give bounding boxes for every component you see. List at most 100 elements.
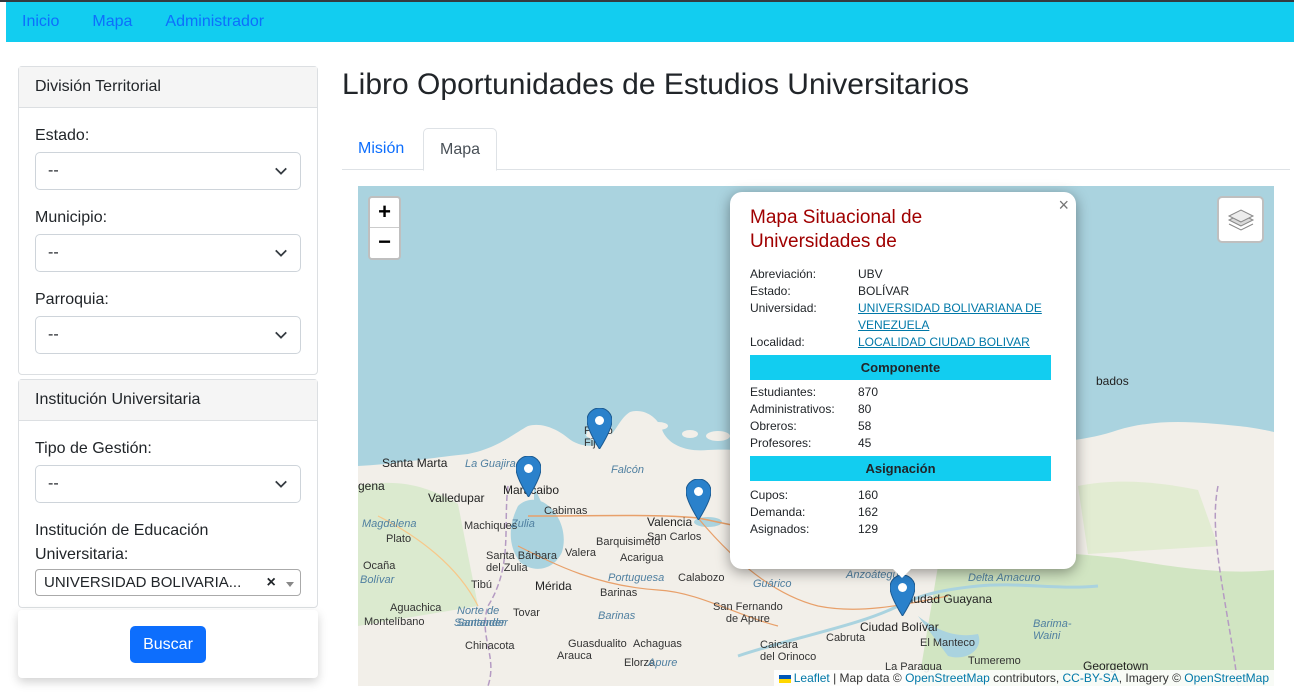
map-label-el-plato: Plato [386, 533, 412, 545]
obreros-value: 58 [858, 419, 872, 433]
parroquia-label: Parroquia: [35, 291, 109, 308]
map-label-guarico: Guárico [753, 578, 792, 590]
map-label-barima-waini: Barima- Waini [1033, 618, 1072, 642]
asignados-value: 129 [858, 522, 879, 536]
estado-value: BOLÍVAR [858, 284, 910, 298]
estado-value: -- [48, 162, 59, 179]
division-territorial-card: División Territorial Estado: -- Municipi… [18, 66, 318, 375]
localidad-link[interactable]: LOCALIDAD CIUDAD BOLIVAR [858, 334, 1030, 351]
map-label-valledupar: Valledupar [428, 491, 485, 505]
clear-icon[interactable]: × [266, 574, 275, 591]
ukraine-flag-icon [778, 674, 791, 683]
map-label-el-manteco: El Manteco [920, 637, 976, 649]
map-label-portuguesa: Portuguesa [608, 572, 665, 584]
chevron-down-icon [275, 480, 287, 488]
close-icon[interactable]: × [1058, 195, 1069, 216]
division-header: División Territorial [19, 67, 317, 108]
nav-mapa[interactable]: Mapa [92, 13, 132, 31]
map-label-caicara: Caicara del Orinoco [760, 639, 817, 663]
leaflet-link[interactable]: Leaflet [794, 671, 830, 685]
layers-button[interactable] [1217, 196, 1264, 243]
cupos-value: 160 [858, 488, 879, 502]
map-label-ciudad-guayana: Ciudad Guayana [902, 592, 993, 606]
caret-down-icon [286, 581, 294, 587]
profesores-label: Profesores: [750, 436, 812, 450]
tab-bar: Misión Mapa [342, 128, 1290, 171]
municipio-label: Municipio: [35, 209, 108, 226]
search-button-area: Buscar [18, 610, 318, 678]
tipo-gestion-select[interactable]: -- [35, 465, 301, 503]
tipo-gestion-label: Tipo de Gestión: [35, 440, 152, 457]
municipio-value: -- [48, 244, 59, 261]
asignacion-header: Asignación [750, 456, 1051, 481]
nav-inicio[interactable]: Inicio [22, 13, 59, 31]
map-popup: × Mapa Situacional de Universidades de A… [730, 192, 1076, 569]
map-label-calabozo: Calabozo [678, 572, 725, 584]
map-marker-icon[interactable] [686, 479, 711, 520]
map-label-santa-barbara: Santa Bárbara del Zulia [486, 550, 557, 574]
map-label-falcon: Falcón [611, 464, 645, 476]
map-label-barquisimeto: Barquisimeto [596, 536, 661, 548]
universidad-link[interactable]: UNIVERSIDAD BOLIVARIANA DE VENEZUELA [858, 300, 1048, 334]
administrativos-label: Administrativos: [750, 402, 835, 416]
osm-link[interactable]: OpenStreetMap [905, 671, 990, 685]
map-label-la-guajira: La Guajira [465, 458, 516, 470]
attribution-text: | Map data © [829, 671, 906, 685]
popup-title: Mapa Situacional de Universidades de [750, 207, 923, 252]
asignados-label: Asignados: [750, 522, 810, 536]
localidad-label: Localidad: [750, 335, 805, 349]
chevron-down-icon [275, 249, 287, 257]
map-label-tovar: Tovar [513, 607, 540, 619]
abreviacion-label: Abreviación: [750, 267, 817, 281]
parroquia-value: -- [48, 326, 59, 343]
map-marker-icon[interactable] [516, 456, 541, 497]
map-label-tibu: Tibú [471, 579, 492, 591]
map-label-tumeremo: Tumeremo [968, 655, 1021, 667]
map-label-guasdualito: Guasdualito [568, 638, 627, 650]
institucion-select[interactable]: UNIVERSIDAD BOLIVARIA... × [35, 569, 301, 596]
institucion-label: Institución de Educación Universitaria: [35, 522, 209, 563]
map-label-montelibano: Montelíbano [364, 616, 425, 628]
estudiantes-value: 870 [858, 385, 879, 399]
tab-mapa[interactable]: Mapa [423, 128, 498, 171]
abreviacion-value: UBV [858, 267, 883, 281]
map-label-cabimas: Cabimas [544, 505, 588, 517]
cupos-label: Cupos: [750, 488, 789, 502]
popup-tip [890, 566, 914, 578]
osm-imagery-link[interactable]: OpenStreetMap [1184, 671, 1269, 685]
zoom-control: + − [368, 196, 401, 260]
top-navbar: Inicio Mapa Administrador [6, 2, 1294, 42]
cc-by-sa-link[interactable]: CC-BY-SA [1063, 671, 1119, 685]
estado-select[interactable]: -- [35, 152, 301, 190]
map-label-chinacota: Chinacota [465, 640, 515, 652]
map-label-barbados: bados [1096, 374, 1129, 388]
demanda-value: 162 [858, 505, 879, 519]
institucion-header: Institución Universitaria [19, 380, 317, 421]
map-label-bolivar-col: Bolívar [360, 574, 395, 586]
parroquia-select[interactable]: -- [35, 316, 301, 354]
chevron-down-icon [275, 331, 287, 339]
map-label-machiques: Machiques [464, 520, 518, 532]
page-title: Libro Oportunidades de Estudios Universi… [342, 68, 969, 101]
map-label-barinas: Barinas [600, 587, 638, 599]
map-marker-icon[interactable] [587, 408, 612, 449]
estado-label: Estado: [35, 127, 90, 144]
tab-mision[interactable]: Misión [342, 128, 420, 170]
municipio-select[interactable]: -- [35, 234, 301, 272]
map-label-barinas-state: Barinas [598, 610, 636, 622]
buscar-button[interactable]: Buscar [130, 625, 206, 663]
demanda-label: Demanda: [750, 505, 806, 519]
zoom-in-button[interactable]: + [370, 198, 399, 228]
map-label-san-fernando: San Fernando de Apure [713, 601, 783, 625]
chevron-down-icon [275, 167, 287, 175]
map-label-zulia: Zulia [511, 518, 535, 530]
map-label-gena: gena [358, 479, 385, 493]
map-attribution: Leaflet | Map data © OpenStreetMap contr… [773, 670, 1274, 686]
map-label-ciudad-bolivar: Ciudad Bolívar [860, 620, 939, 634]
map-marker-icon[interactable] [890, 575, 915, 616]
nav-administrador[interactable]: Administrador [165, 13, 264, 31]
map-label-magdalena: Magdalena [362, 518, 417, 530]
zoom-out-button[interactable]: − [370, 228, 399, 258]
map-label-achaguas: Achaguas [633, 638, 682, 650]
institucion-card: Institución Universitaria Tipo de Gestió… [18, 379, 318, 608]
